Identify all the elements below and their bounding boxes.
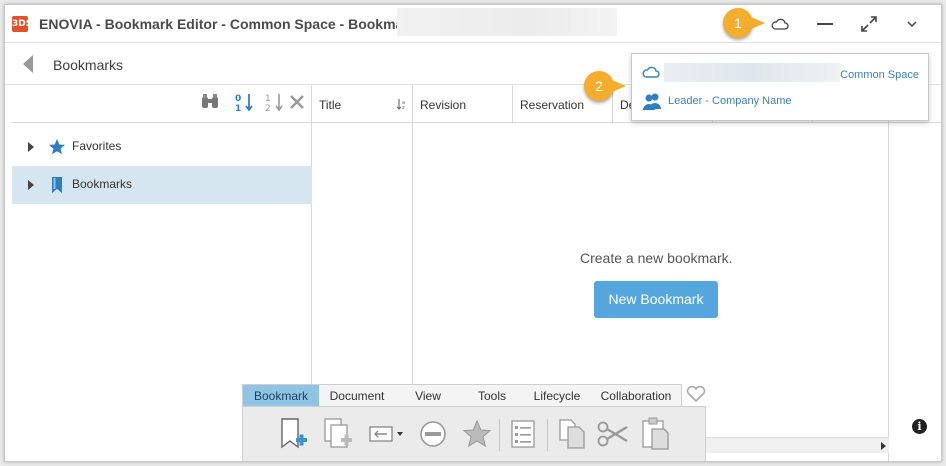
tab-bookmark[interactable]: Bookmark: [243, 385, 319, 406]
title-redacted-area: [397, 8, 617, 36]
action-bar: Bookmark Document View Tools Lifecycle C…: [242, 384, 706, 461]
move-icon: [369, 426, 403, 442]
svg-text:z: z: [402, 105, 405, 110]
paste-command[interactable]: [638, 416, 672, 452]
collaborative-space-link[interactable]: Common Space: [840, 69, 919, 81]
bookmark-icon: [48, 176, 66, 194]
tenant-redacted-area: [664, 63, 840, 82]
tab-view[interactable]: View: [395, 385, 461, 406]
svg-text:0: 0: [235, 94, 241, 104]
paste-icon: [642, 417, 669, 450]
favorite-command[interactable]: [460, 416, 494, 452]
divider: [547, 419, 548, 451]
minimize-button[interactable]: [811, 11, 839, 37]
action-bar-commands: [242, 406, 706, 461]
new-bookmark-button[interactable]: New Bookmark: [594, 281, 718, 318]
sort-ascending-button[interactable]: 0 1: [234, 91, 256, 113]
collaborative-space-button[interactable]: [766, 11, 794, 37]
find-button[interactable]: [199, 91, 221, 113]
tree-item-favorites[interactable]: Favorites: [12, 128, 312, 166]
svg-text:2: 2: [265, 104, 271, 112]
info-icon[interactable]: i: [912, 419, 927, 434]
properties-command[interactable]: [506, 416, 540, 452]
expand-caret-icon[interactable]: [28, 142, 34, 152]
svg-text:1: 1: [235, 104, 241, 112]
add-to-bookmark-icon: [324, 418, 352, 448]
cloud-icon: [771, 18, 789, 30]
star-icon: [48, 138, 66, 156]
column-divider: [888, 123, 889, 461]
window-title: ENOVIA - Bookmark Editor - Common Space …: [39, 16, 425, 32]
cloud-icon: [642, 66, 660, 78]
collaborative-space-panel: Common Space Leader - Company Name: [631, 53, 929, 121]
app-window: 3DS ENOVIA - Bookmark Editor - Common Sp…: [4, 4, 942, 462]
expand-caret-icon[interactable]: [28, 180, 34, 190]
copy-icon: [559, 419, 585, 449]
empty-state-message: Create a new bookmark.: [580, 250, 733, 266]
breadcrumb: Bookmarks: [53, 57, 124, 73]
column-header-revision[interactable]: Revision: [413, 85, 513, 123]
copy-command[interactable]: [555, 416, 589, 452]
horizontal-scrollbar[interactable]: [705, 437, 889, 453]
properties-icon: [511, 420, 535, 448]
tree-toolbar: 0 1 1 2: [12, 85, 312, 123]
sort-icon[interactable]: a z: [396, 98, 408, 110]
column-header-label: Reservation: [520, 98, 585, 112]
remove-icon: [420, 421, 446, 447]
heart-icon[interactable]: [686, 385, 706, 403]
minimize-icon: [817, 23, 833, 25]
binoculars-icon: [202, 94, 218, 108]
users-icon: [643, 93, 661, 110]
back-arrow-icon: [23, 55, 33, 73]
divider: [499, 419, 500, 451]
maximize-button[interactable]: [855, 11, 883, 37]
new-bookmark-icon: [281, 418, 307, 449]
tree-item-bookmarks[interactable]: Bookmarks: [12, 166, 312, 204]
remove-command[interactable]: [416, 416, 450, 452]
tree-item-label: Favorites: [72, 139, 122, 153]
sort-descending-icon: 1 2: [265, 94, 283, 112]
close-icon: [290, 95, 304, 109]
tree-item-label: Bookmarks: [72, 177, 133, 191]
callout-2: 2: [584, 71, 626, 101]
new-bookmark-command[interactable]: [277, 416, 311, 452]
callout-1: 1: [723, 8, 765, 38]
chevron-down-icon: [907, 21, 917, 28]
svg-text:1: 1: [265, 94, 271, 104]
tab-tools[interactable]: Tools: [461, 385, 523, 406]
tab-collaboration[interactable]: Collaboration: [591, 385, 681, 406]
title-bar: 3DS ENOVIA - Bookmark Editor - Common Sp…: [5, 5, 941, 43]
add-to-bookmark-command[interactable]: [321, 416, 355, 452]
column-header-label: Revision: [420, 98, 467, 112]
app-logo: 3DS: [12, 16, 32, 32]
back-button[interactable]: [19, 53, 39, 75]
move-command[interactable]: [365, 416, 409, 452]
sort-ascending-icon: 0 1: [235, 94, 253, 112]
cut-command[interactable]: [596, 416, 630, 452]
window-menu-button[interactable]: [898, 11, 926, 37]
action-bar-tabs: Bookmark Document View Tools Lifecycle C…: [242, 384, 682, 406]
sort-descending-button[interactable]: 1 2: [264, 91, 286, 113]
clear-button[interactable]: [286, 91, 308, 113]
column-header-label: Title: [319, 98, 342, 112]
scroll-right-icon[interactable]: [881, 442, 886, 450]
role-link[interactable]: Leader - Company Name: [668, 95, 792, 107]
column-header-title[interactable]: Title a z: [312, 85, 413, 123]
scissors-icon: [597, 421, 628, 447]
tab-lifecycle[interactable]: Lifecycle: [523, 385, 591, 406]
expand-icon: [861, 16, 877, 32]
favorite-icon: [462, 419, 492, 448]
tab-document[interactable]: Document: [319, 385, 395, 406]
